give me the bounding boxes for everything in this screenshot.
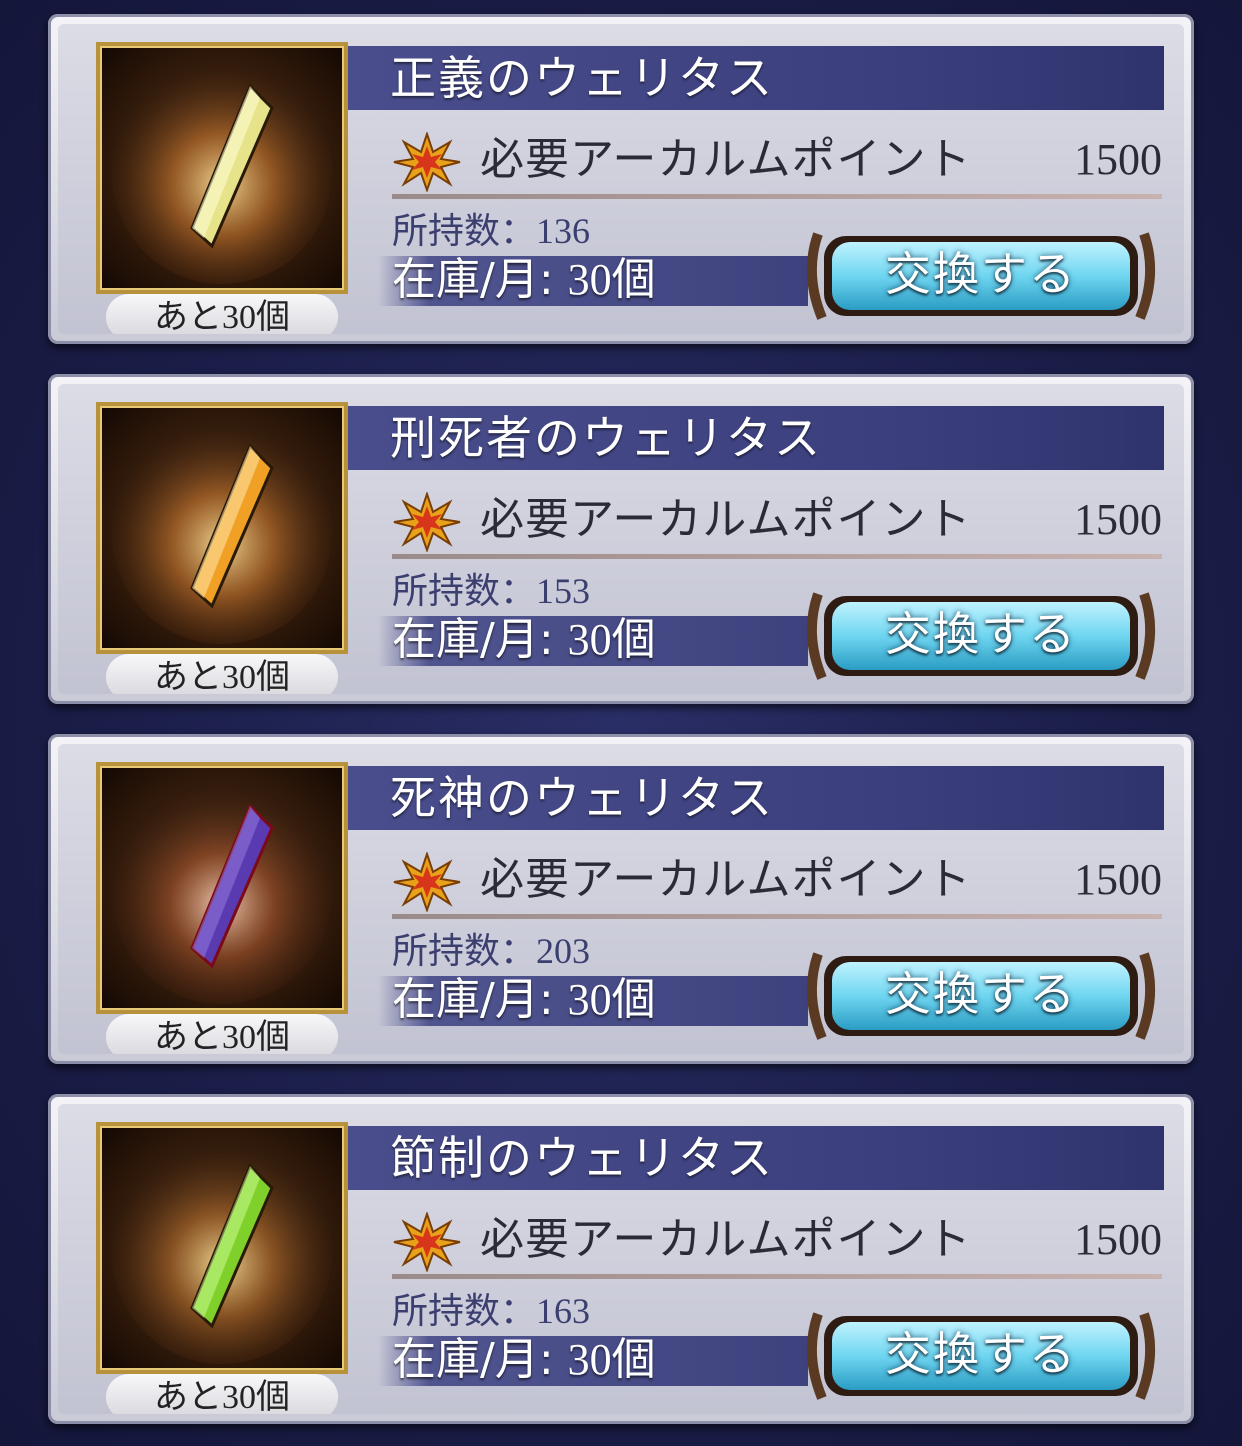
card-panel: 節制のウェリタス 必要アーカルムポイント 1500 所持数：163 在庫/月: … <box>58 1104 1184 1414</box>
exchange-item-card: 節制のウェリタス 必要アーカルムポイント 1500 所持数：163 在庫/月: … <box>48 1094 1194 1424</box>
exchange-button[interactable]: 交換する <box>798 214 1164 334</box>
owned-label: 所持数： <box>392 571 537 612</box>
owned-value: 163 <box>536 1291 591 1331</box>
stock-label: 在庫/月: <box>392 254 568 305</box>
exchange-item-card: 刑死者のウェリタス 必要アーカルムポイント 1500 所持数：153 在庫/月:… <box>48 374 1194 704</box>
item-name: 死神のウェリタス <box>390 771 774 825</box>
veritas-crystal-icon <box>96 762 348 1014</box>
owned-label: 所持数： <box>392 211 537 252</box>
item-name: 刑死者のウェリタス <box>390 411 822 465</box>
monthly-stock: 在庫/月: 30個 <box>392 250 656 310</box>
divider <box>392 554 1162 559</box>
stock-label: 在庫/月: <box>392 614 568 665</box>
arcarum-point-star-icon <box>393 1212 461 1272</box>
cost-row: 必要アーカルムポイント 1500 <box>392 850 1162 912</box>
cost-row: 必要アーカルムポイント 1500 <box>392 490 1162 552</box>
cost-row: 必要アーカルムポイント 1500 <box>392 130 1162 192</box>
cost-value: 1500 <box>1074 135 1162 184</box>
owned-value: 136 <box>536 211 591 251</box>
remain-label: あと <box>154 1377 222 1414</box>
item-name: 正義のウェリタス <box>390 51 774 105</box>
veritas-crystal-icon <box>96 1122 348 1374</box>
stock-value: 30個 <box>567 615 656 664</box>
stock-value: 30個 <box>567 975 656 1024</box>
cost-value: 1500 <box>1074 1215 1162 1264</box>
stock-label: 在庫/月: <box>392 974 568 1025</box>
exchange-item-card: 死神のウェリタス 必要アーカルムポイント 1500 所持数：203 在庫/月: … <box>48 734 1194 1064</box>
exchange-item-card: 正義のウェリタス 必要アーカルムポイント 1500 所持数：136 在庫/月: … <box>48 14 1194 344</box>
monthly-stock: 在庫/月: 30個 <box>392 610 656 670</box>
remain-value: 30個 <box>222 1019 290 1054</box>
item-name: 節制のウェリタス <box>390 1131 774 1185</box>
remain-value: 30個 <box>222 299 290 334</box>
stock-value: 30個 <box>567 255 656 304</box>
owned-label: 所持数： <box>392 1291 537 1332</box>
arcarum-point-star-icon <box>393 492 461 552</box>
stock-value: 30個 <box>567 1335 656 1384</box>
remaining-badge: あと30個 <box>106 294 338 334</box>
owned-value: 153 <box>536 571 591 611</box>
owned-label: 所持数： <box>392 931 537 972</box>
remain-value: 30個 <box>222 659 290 694</box>
cost-label: 必要アーカルムポイント <box>480 134 972 185</box>
remain-label: あと <box>154 657 222 694</box>
monthly-stock: 在庫/月: 30個 <box>392 970 656 1030</box>
card-panel: 死神のウェリタス 必要アーカルムポイント 1500 所持数：203 在庫/月: … <box>58 744 1184 1054</box>
veritas-crystal-icon <box>96 42 348 294</box>
cost-row: 必要アーカルムポイント 1500 <box>392 1210 1162 1272</box>
cost-value: 1500 <box>1074 855 1162 904</box>
owned-value: 203 <box>536 931 591 971</box>
cost-value: 1500 <box>1074 495 1162 544</box>
divider <box>392 1274 1162 1279</box>
monthly-stock: 在庫/月: 30個 <box>392 1330 656 1390</box>
exchange-button[interactable]: 交換する <box>798 934 1164 1054</box>
remain-label: あと <box>154 297 222 334</box>
remain-label: あと <box>154 1017 222 1054</box>
cost-label: 必要アーカルムポイント <box>480 1214 972 1265</box>
cost-label: 必要アーカルムポイント <box>480 854 972 905</box>
exchange-button[interactable]: 交換する <box>798 1294 1164 1414</box>
card-panel: 正義のウェリタス 必要アーカルムポイント 1500 所持数：136 在庫/月: … <box>58 24 1184 334</box>
stock-label: 在庫/月: <box>392 1334 568 1385</box>
exchange-button-label: 交換する <box>885 967 1077 1021</box>
exchange-button-label: 交換する <box>885 607 1077 661</box>
arcarum-point-star-icon <box>393 852 461 912</box>
divider <box>392 914 1162 919</box>
cost-label: 必要アーカルムポイント <box>480 494 972 545</box>
remain-value: 30個 <box>222 1379 290 1414</box>
remaining-badge: あと30個 <box>106 1014 338 1054</box>
arcarum-point-star-icon <box>393 132 461 192</box>
veritas-crystal-icon <box>96 402 348 654</box>
divider <box>392 194 1162 199</box>
exchange-button[interactable]: 交換する <box>798 574 1164 694</box>
exchange-button-label: 交換する <box>885 1327 1077 1381</box>
card-panel: 刑死者のウェリタス 必要アーカルムポイント 1500 所持数：153 在庫/月:… <box>58 384 1184 694</box>
remaining-badge: あと30個 <box>106 654 338 694</box>
exchange-button-label: 交換する <box>885 247 1077 301</box>
remaining-badge: あと30個 <box>106 1374 338 1414</box>
exchange-list: 正義のウェリタス 必要アーカルムポイント 1500 所持数：136 在庫/月: … <box>0 0 1242 1446</box>
